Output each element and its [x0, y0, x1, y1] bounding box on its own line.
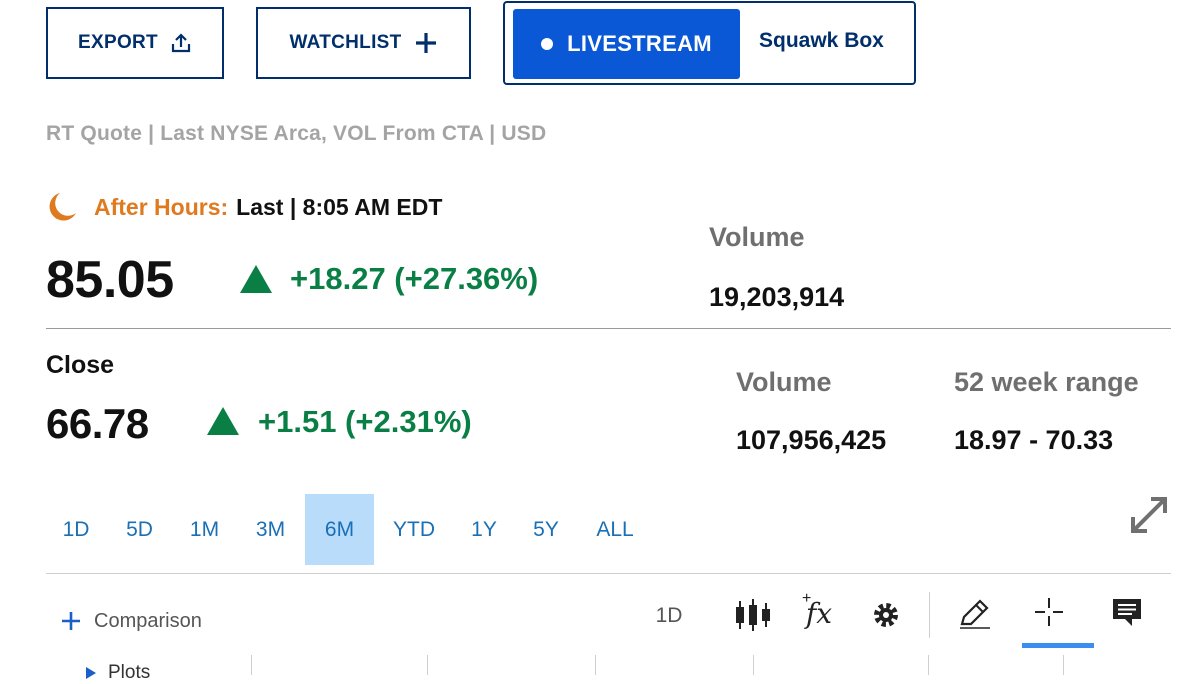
live-dot-icon: [541, 38, 554, 50]
range-1m[interactable]: 1M: [173, 494, 236, 565]
close-volume-label: Volume: [736, 367, 832, 397]
candlestick-icon[interactable]: [732, 596, 774, 634]
after-hours-volume-value: 19,203,914: [709, 282, 845, 312]
watchlist-label: WATCHLIST: [289, 32, 402, 53]
expand-icon[interactable]: [1126, 492, 1172, 538]
chart-gridline: [753, 655, 754, 675]
watchlist-button[interactable]: WATCHLIST: [256, 7, 471, 79]
up-arrow-icon: [240, 265, 272, 293]
after-hours-header: After Hours: Last | 8:05 AM EDT: [46, 191, 442, 223]
indicators-icon[interactable]: + fx: [798, 590, 840, 634]
pencil-icon[interactable]: [954, 594, 994, 634]
show-name-link[interactable]: Squawk Box: [759, 29, 884, 53]
livestream-button[interactable]: LIVESTREAM: [513, 9, 740, 79]
comparison-button[interactable]: Comparison: [60, 606, 202, 636]
chart-gridline: [251, 655, 252, 675]
range-all[interactable]: ALL: [578, 494, 652, 565]
plots-toggle[interactable]: Plots: [84, 662, 150, 684]
close-label: Close: [46, 351, 115, 379]
after-hours-volume-label: Volume: [709, 222, 805, 252]
comparison-label: Comparison: [94, 609, 202, 632]
quote-source-meta: RT Quote | Last NYSE Arca, VOL From CTA …: [46, 122, 547, 145]
caret-right-icon: [86, 667, 96, 679]
plus-icon: [415, 33, 436, 53]
range-6m[interactable]: 6M: [305, 494, 374, 565]
range-5d[interactable]: 5D: [106, 494, 173, 565]
range-ytd[interactable]: YTD: [374, 494, 454, 565]
week-range-value: 18.97 - 70.33: [954, 425, 1114, 455]
up-arrow-icon: [207, 407, 239, 435]
after-hours-last-time: Last | 8:05 AM EDT: [236, 193, 443, 220]
range-1d[interactable]: 1D: [46, 494, 106, 565]
week-range-label: 52 week range: [954, 367, 1139, 397]
chart-toolbar-divider: [46, 573, 1171, 574]
comment-icon[interactable]: [1108, 594, 1146, 630]
livestream-widget: LIVESTREAM Squawk Box: [503, 1, 916, 85]
close-price: 66.78: [46, 400, 149, 447]
share-icon: [171, 33, 191, 53]
crosshair-icon[interactable]: [1028, 592, 1070, 632]
after-hours-change: +18.27 (+27.36%): [290, 261, 539, 296]
moon-icon: [49, 193, 76, 221]
range-3m[interactable]: 3M: [236, 494, 305, 565]
plus-icon: [62, 612, 80, 630]
range-1y[interactable]: 1Y: [454, 494, 514, 565]
livestream-label: LIVESTREAM: [567, 31, 712, 56]
plots-label: Plots: [108, 662, 151, 683]
range-5y[interactable]: 5Y: [514, 494, 578, 565]
chart-gridline: [928, 655, 929, 675]
chart-gridline: [427, 655, 428, 675]
after-hours-price: 85.05: [46, 251, 174, 309]
section-divider: [46, 328, 1171, 329]
close-change: +1.51 (+2.31%): [258, 404, 472, 439]
toolbar-separator: [929, 592, 930, 638]
after-hours-label: After Hours:: [94, 193, 229, 220]
chart-gridline: [1063, 655, 1064, 675]
gear-icon[interactable]: [868, 597, 904, 633]
export-label: EXPORT: [78, 32, 158, 53]
export-button[interactable]: EXPORT: [46, 7, 224, 79]
chart-gridline: [595, 655, 596, 675]
close-volume-value: 107,956,425: [736, 425, 887, 455]
indicator-plus-icon: +: [802, 590, 812, 607]
active-tool-indicator: [1022, 643, 1094, 648]
range-selector: 1D 5D 1M 3M 6M YTD 1Y 5Y ALL: [46, 494, 652, 565]
interval-selector[interactable]: 1D: [648, 600, 690, 632]
